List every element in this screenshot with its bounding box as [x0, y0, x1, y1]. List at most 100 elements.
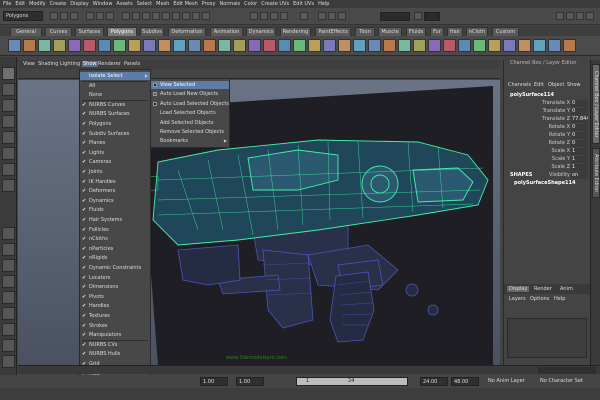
menu-assets[interactable]: Assets	[116, 1, 132, 7]
panel-menu-view[interactable]: View	[23, 61, 35, 67]
rotate-tool-icon[interactable]	[2, 131, 15, 144]
four-view-layout-icon[interactable]	[2, 243, 15, 256]
show-menu-item-locators[interactable]: ✔ Locators	[80, 274, 150, 282]
menu-create[interactable]: Create	[50, 1, 67, 7]
channel-value-field[interactable]: 0	[571, 140, 588, 147]
show-menu-item-cameras[interactable]: ✔ Cameras	[80, 158, 150, 166]
anim-layer-dropdown[interactable]: No Anim Layer	[488, 378, 525, 384]
show-menu-item-manipulators[interactable]: ✔ Manipulators	[80, 331, 150, 339]
show-menu-item-dynamics[interactable]: ✔ Dynamics	[80, 197, 150, 205]
channel-rotate-x[interactable]: Rotate X0	[510, 124, 588, 132]
channel-value-field[interactable]: 1	[571, 156, 588, 163]
menu-normals[interactable]: Normals	[219, 1, 240, 7]
poly-helix-icon[interactable]	[143, 39, 156, 52]
shelf-tab-general[interactable]: General	[10, 27, 42, 36]
outliner-layout-icon[interactable]	[2, 323, 15, 336]
shelf-tab-custom[interactable]: Custom	[492, 27, 519, 36]
channel-value-field[interactable]: 1	[571, 164, 588, 171]
poly-cone-icon[interactable]	[53, 39, 66, 52]
edit-menu[interactable]: Edit	[534, 82, 544, 88]
menu-edit-uvs[interactable]: Edit UVs	[293, 1, 314, 7]
layers-menu[interactable]: Layers	[509, 296, 526, 302]
poly-torus-icon[interactable]	[83, 39, 96, 52]
merge-icon[interactable]	[458, 39, 471, 52]
show-menu-item-ncloths[interactable]: ✔ nCloths	[80, 235, 150, 243]
show-menu-item-pivots[interactable]: ✔ Pivots	[80, 293, 150, 301]
insert-edge-loop-icon[interactable]	[398, 39, 411, 52]
render-layer-tab[interactable]: Render	[534, 286, 552, 292]
shelf-tab-fluids[interactable]: Fluids	[406, 27, 426, 36]
save-scene-icon[interactable]	[70, 12, 78, 20]
quadrangulate-icon[interactable]	[353, 39, 366, 52]
range-start-field[interactable]: 1.00	[200, 377, 228, 386]
fill-hole-icon[interactable]	[293, 39, 306, 52]
panel-menu-panels[interactable]: Panels	[124, 61, 140, 67]
shelf-tab-ncloth[interactable]: nCloth	[466, 27, 488, 36]
select-component-icon[interactable]	[106, 12, 114, 20]
shelf-tab-subdivs[interactable]: Subdivs	[140, 27, 164, 36]
help-menu[interactable]: Help	[554, 296, 565, 302]
booleans-icon[interactable]	[233, 39, 246, 52]
poly-plane-icon[interactable]	[68, 39, 81, 52]
shelf-tab-muscle[interactable]: Muscle	[378, 27, 402, 36]
sculpt-geometry-icon[interactable]	[488, 39, 501, 52]
poly-platonic-icon[interactable]	[173, 39, 186, 52]
menu-modify[interactable]: Modify	[29, 1, 46, 7]
new-scene-icon[interactable]	[50, 12, 58, 20]
menu-select[interactable]: Select	[137, 1, 152, 7]
show-menu-item-all[interactable]: All	[80, 82, 150, 90]
show-menu-item-nurbs-surfaces[interactable]: ✔ NURBS Surfaces	[80, 110, 150, 118]
panel-toggle-icon[interactable]	[556, 12, 564, 20]
poly-cube-icon[interactable]	[23, 39, 36, 52]
shelf-tab-deformation[interactable]: Deformation	[168, 27, 206, 36]
poly-pyramid-icon[interactable]	[113, 39, 126, 52]
persp-graph-layout-icon[interactable]	[2, 291, 15, 304]
show-menu-item-nparticles[interactable]: ✔ nParticles	[80, 245, 150, 253]
channel-value-field[interactable]: 0	[571, 100, 588, 107]
poly-pipe-icon[interactable]	[128, 39, 141, 52]
manipulator-icon[interactable]	[2, 163, 15, 176]
reduce-icon[interactable]	[308, 39, 321, 52]
channel-value-field[interactable]: 0	[571, 132, 588, 139]
mask-icon[interactable]	[122, 12, 130, 20]
show-menu-item-isolate-select[interactable]: Isolate Select ▶	[80, 72, 150, 80]
attribute-editor-side-tab[interactable]: Attribute Editor	[592, 148, 600, 198]
show-menu[interactable]: Show	[567, 82, 581, 88]
shelf-tab-surfaces[interactable]: Surfaces	[75, 27, 104, 36]
move-tool-icon[interactable]	[2, 115, 15, 128]
history-icon[interactable]	[300, 12, 308, 20]
extract-icon[interactable]	[218, 39, 231, 52]
menu-create-uvs[interactable]: Create UVs	[261, 1, 289, 7]
shelf-tab-fur[interactable]: Fur	[430, 27, 444, 36]
menu-window[interactable]: Window	[93, 1, 113, 7]
bridge-icon[interactable]	[443, 39, 456, 52]
menu-mesh[interactable]: Mesh	[156, 1, 169, 7]
panel-toggle-icon[interactable]	[576, 12, 584, 20]
panel-toggle-icon[interactable]	[566, 12, 574, 20]
scale-tool-icon[interactable]	[2, 147, 15, 160]
input-field[interactable]	[424, 12, 440, 21]
channel-translate-x[interactable]: Translate X0	[510, 100, 588, 108]
checkbox-icon[interactable]	[153, 101, 157, 106]
ipr-render-icon[interactable]	[328, 12, 336, 20]
side-by-side-layout-icon[interactable]	[2, 259, 15, 272]
character-set-dropdown[interactable]: No Character Set	[540, 378, 583, 384]
isolate-item-remove-selected-objects[interactable]: Remove Selected Objects	[151, 128, 229, 136]
menu-display[interactable]: Display	[70, 1, 88, 7]
automatic-mapping-icon[interactable]	[563, 39, 576, 52]
spherical-mapping-icon[interactable]	[548, 39, 561, 52]
show-menu-item-nrigids[interactable]: ✔ nRigids	[80, 254, 150, 262]
snap-point-icon[interactable]	[270, 12, 278, 20]
hypershade-layout-icon[interactable]	[2, 355, 15, 368]
mirror-icon[interactable]	[278, 39, 291, 52]
paint-select-icon[interactable]	[2, 99, 15, 112]
show-menu-item-dimensions[interactable]: ✔ Dimensions	[80, 283, 150, 291]
show-menu-item-handles[interactable]: ✔ Handles	[80, 302, 150, 310]
last-tool-icon[interactable]	[2, 179, 15, 192]
show-menu-item-nurbs-hulls[interactable]: ✔ NURBS Hulls	[80, 350, 150, 358]
show-menu-item-polygons[interactable]: ✔ Polygons	[80, 120, 150, 128]
anim-layer-tab[interactable]: Anim	[560, 286, 573, 292]
mask-icon[interactable]	[142, 12, 150, 20]
separate-icon[interactable]	[203, 39, 216, 52]
mask-icon[interactable]	[172, 12, 180, 20]
